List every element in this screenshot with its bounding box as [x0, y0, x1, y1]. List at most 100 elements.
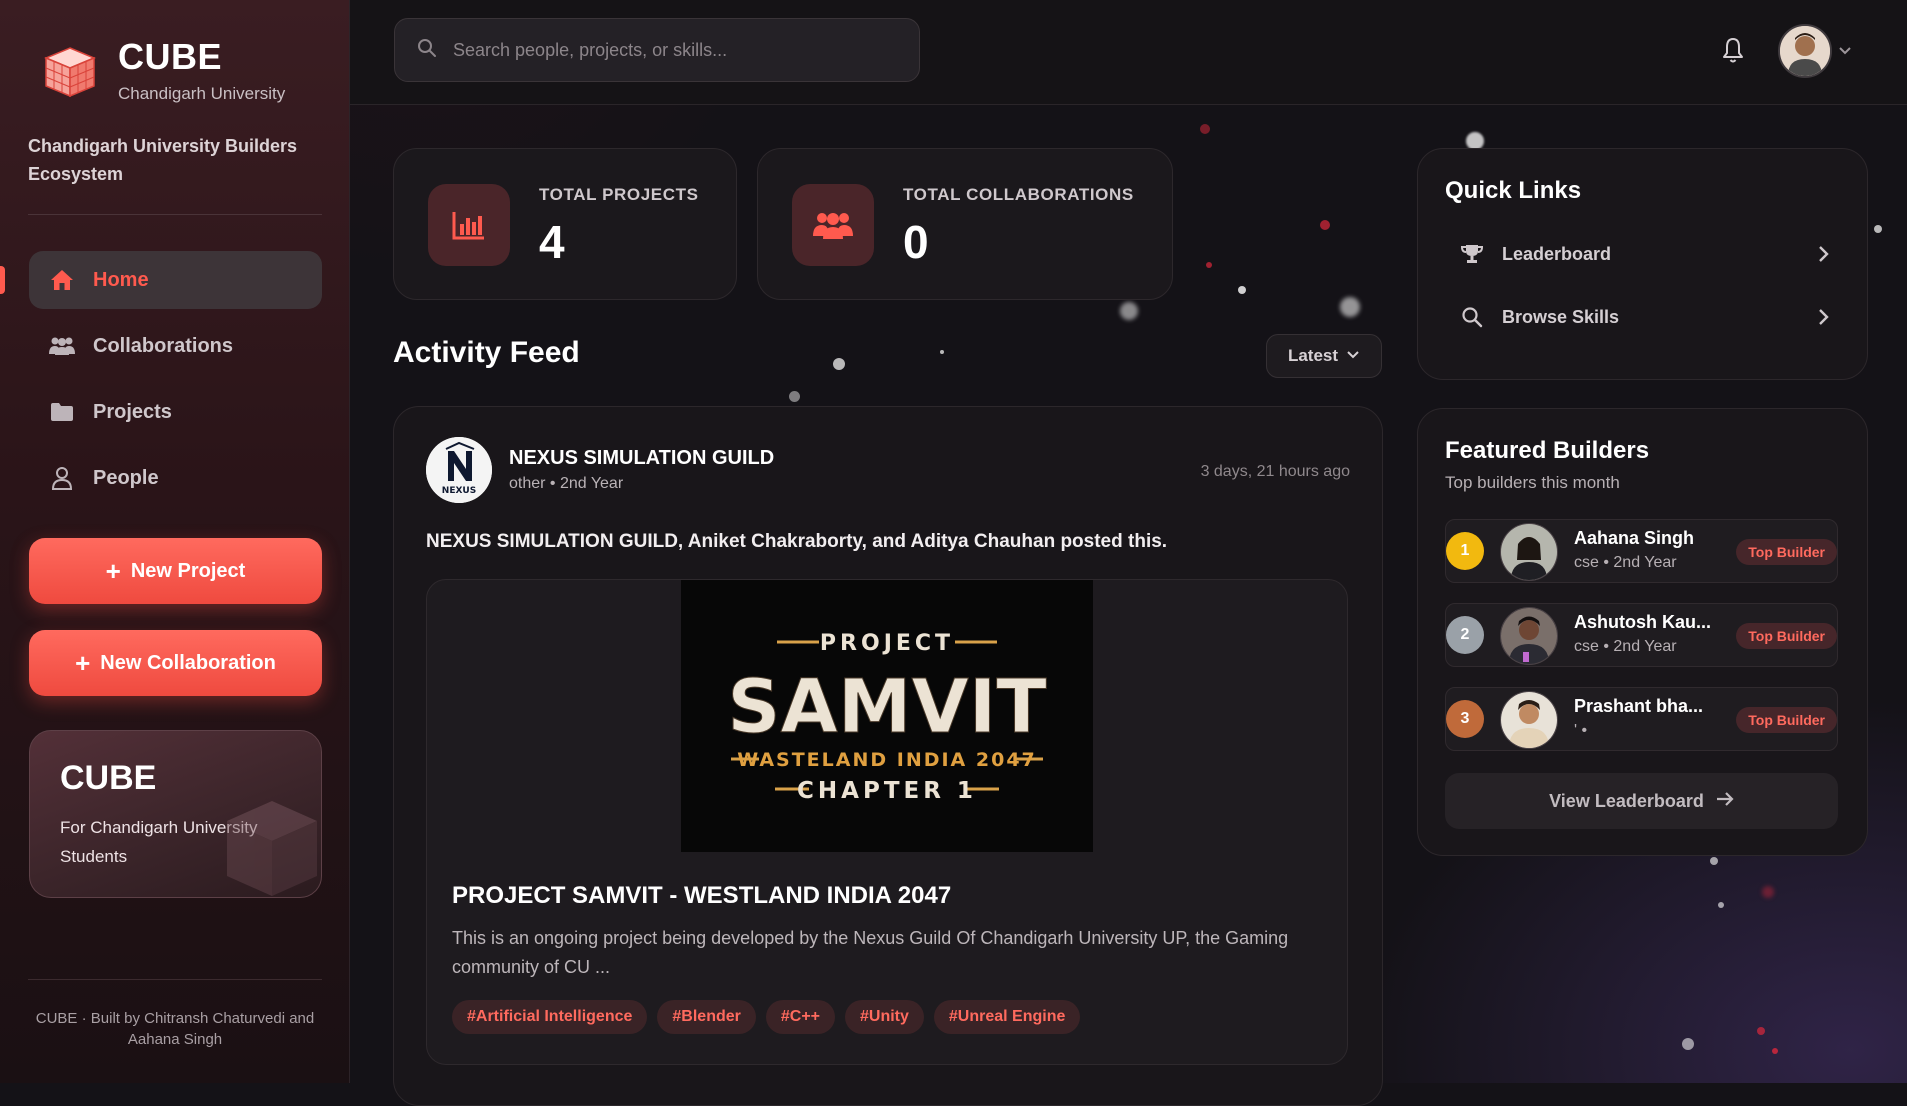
quick-link-label: Leaderboard	[1502, 243, 1612, 264]
bar-chart-icon	[428, 184, 510, 266]
skill-tag[interactable]: #C++	[765, 1000, 835, 1034]
cover-main-text: SAMVIT	[727, 664, 1047, 750]
view-leaderboard-label: View Leaderboard	[1549, 790, 1704, 811]
post-timestamp: 3 days, 21 hours ago	[1200, 463, 1350, 480]
logo-text: NEXUS	[442, 486, 476, 496]
chevron-down-icon[interactable]	[1837, 42, 1853, 58]
stat-total-collaborations: TOTAL COLLABORATIONS 0	[757, 148, 1173, 300]
plus-icon: +	[105, 556, 121, 586]
featured-builders-panel: Featured Builders Top builders this mont…	[1417, 408, 1868, 856]
top-builder-badge: Top Builder	[1736, 707, 1837, 733]
stat-value: 4	[539, 216, 565, 268]
active-indicator	[0, 266, 5, 294]
sort-label: Latest	[1287, 346, 1339, 365]
search-bar[interactable]	[394, 18, 920, 82]
cube-icon	[217, 791, 321, 897]
rank-badge: 3	[1446, 700, 1484, 738]
new-collaboration-button[interactable]: + New Collaboration	[29, 630, 322, 696]
quick-link-leaderboard[interactable]: Leaderboard	[1445, 229, 1842, 279]
project-cover-image: PROJECT SAMVIT WASTELAND INDIA 2047 CHAP…	[681, 580, 1093, 852]
quick-links-panel: Quick Links Leaderboard Browse Skills	[1417, 148, 1868, 380]
view-leaderboard-button[interactable]: View Leaderboard	[1445, 773, 1838, 829]
builder-meta: ' •	[1574, 722, 1588, 739]
rank-badge: 2	[1446, 616, 1484, 654]
main-nav: Home Collaborations Projects People	[29, 251, 322, 515]
app-tagline: Chandigarh University Builders Ecosystem	[28, 136, 298, 184]
cover-top-text: PROJECT	[820, 631, 954, 656]
featured-builders-subtitle: Top builders this month	[1445, 473, 1620, 492]
post-author-meta: other • 2nd Year	[509, 475, 624, 492]
builder-row[interactable]: 3 Prashant bha... ' • Top Builder	[1445, 687, 1838, 751]
top-bar	[350, 0, 1907, 105]
featured-builders-title: Featured Builders	[1445, 437, 1650, 464]
nexus-logo[interactable]: NEXUS	[426, 437, 492, 503]
home-icon	[47, 268, 77, 292]
folder-icon	[47, 400, 77, 424]
divider	[28, 214, 322, 215]
nav-label: Collaborations	[93, 334, 234, 357]
skill-tag[interactable]: #Blender	[657, 1000, 756, 1034]
stat-value: 0	[903, 216, 929, 268]
promo-card: CUBE For Chandigarh University Students	[29, 730, 322, 898]
feed-post: NEXUS NEXUS SIMULATION GUILD other • 2nd…	[393, 406, 1383, 1106]
cube-logo-icon[interactable]	[40, 44, 100, 100]
post-headline: NEXUS SIMULATION GUILD, Aniket Chakrabor…	[426, 531, 1168, 552]
builder-name: Aahana Singh	[1574, 528, 1695, 548]
footer-credit: CUBE · Built by Chitransh Chaturvedi and…	[35, 1010, 315, 1048]
cover-bottom-text: CHAPTER 1	[797, 778, 977, 804]
quick-links-title: Quick Links	[1445, 177, 1582, 204]
nav-label: Projects	[93, 400, 172, 423]
users-icon	[47, 334, 77, 358]
nav-label: People	[93, 466, 159, 489]
people-group-icon	[792, 184, 874, 266]
promo-title: CUBE	[60, 759, 157, 797]
nav-item-collaborations[interactable]: Collaborations	[29, 317, 322, 375]
user-avatar[interactable]	[1778, 24, 1832, 78]
stat-label: TOTAL COLLABORATIONS	[903, 185, 1134, 204]
builder-row[interactable]: 2 Ashutosh Kau... cse • 2nd Year Top Bui…	[1445, 603, 1838, 667]
divider	[28, 979, 322, 980]
plus-icon: +	[75, 648, 91, 678]
builder-avatar	[1500, 607, 1558, 665]
project-description: This is an ongoing project being develop…	[452, 928, 1289, 977]
project-title[interactable]: PROJECT SAMVIT - WESTLAND INDIA 2047	[452, 882, 951, 910]
app-name: CUBE	[118, 36, 223, 77]
search-input[interactable]	[451, 38, 895, 62]
skill-tag[interactable]: #Unreal Engine	[933, 1000, 1081, 1034]
quick-link-label: Browse Skills	[1502, 306, 1620, 327]
builder-row[interactable]: 1 Aahana Singh cse • 2nd Year Top Builde…	[1445, 519, 1838, 583]
skill-tag[interactable]: #Artificial Intelligence	[452, 1000, 648, 1034]
activity-feed-title: Activity Feed	[393, 336, 580, 369]
person-icon	[47, 466, 77, 490]
builder-avatar	[1500, 691, 1558, 749]
tag-list: #Artificial Intelligence #Blender #C++ #…	[452, 1000, 1081, 1034]
nav-label: Home	[93, 268, 149, 291]
new-project-button[interactable]: + New Project	[29, 538, 322, 604]
builder-name: Ashutosh Kau...	[1574, 612, 1712, 632]
search-icon	[1460, 306, 1484, 328]
arrow-right-icon	[1716, 791, 1734, 812]
nav-item-people[interactable]: People	[29, 449, 322, 507]
top-builder-badge: Top Builder	[1736, 539, 1837, 565]
nav-item-home[interactable]: Home	[29, 251, 322, 309]
skill-tag[interactable]: #Unity	[845, 1000, 924, 1034]
builder-meta: cse • 2nd Year	[1574, 638, 1677, 655]
sidebar: CUBE Chandigarh University Chandigarh Un…	[0, 0, 350, 1083]
chevron-right-icon	[1816, 245, 1830, 263]
project-card[interactable]: PROJECT SAMVIT WASTELAND INDIA 2047 CHAP…	[426, 579, 1348, 1065]
cover-sub-text: WASTELAND INDIA 2047	[737, 749, 1037, 771]
stat-total-projects: TOTAL PROJECTS 4	[393, 148, 737, 300]
notifications-bell-icon[interactable]	[1720, 36, 1746, 64]
nav-item-projects[interactable]: Projects	[29, 383, 322, 441]
trophy-icon	[1460, 243, 1484, 265]
app-university: Chandigarh University	[118, 84, 286, 103]
quick-link-browse-skills[interactable]: Browse Skills	[1445, 292, 1842, 342]
top-builder-badge: Top Builder	[1736, 623, 1837, 649]
builder-name: Prashant bha...	[1574, 696, 1704, 716]
stat-label: TOTAL PROJECTS	[539, 185, 699, 204]
chevron-right-icon	[1816, 308, 1830, 326]
post-author[interactable]: NEXUS SIMULATION GUILD	[509, 447, 774, 470]
search-icon	[417, 38, 437, 63]
builder-avatar	[1500, 523, 1558, 581]
sort-dropdown[interactable]: Latest	[1266, 334, 1382, 378]
